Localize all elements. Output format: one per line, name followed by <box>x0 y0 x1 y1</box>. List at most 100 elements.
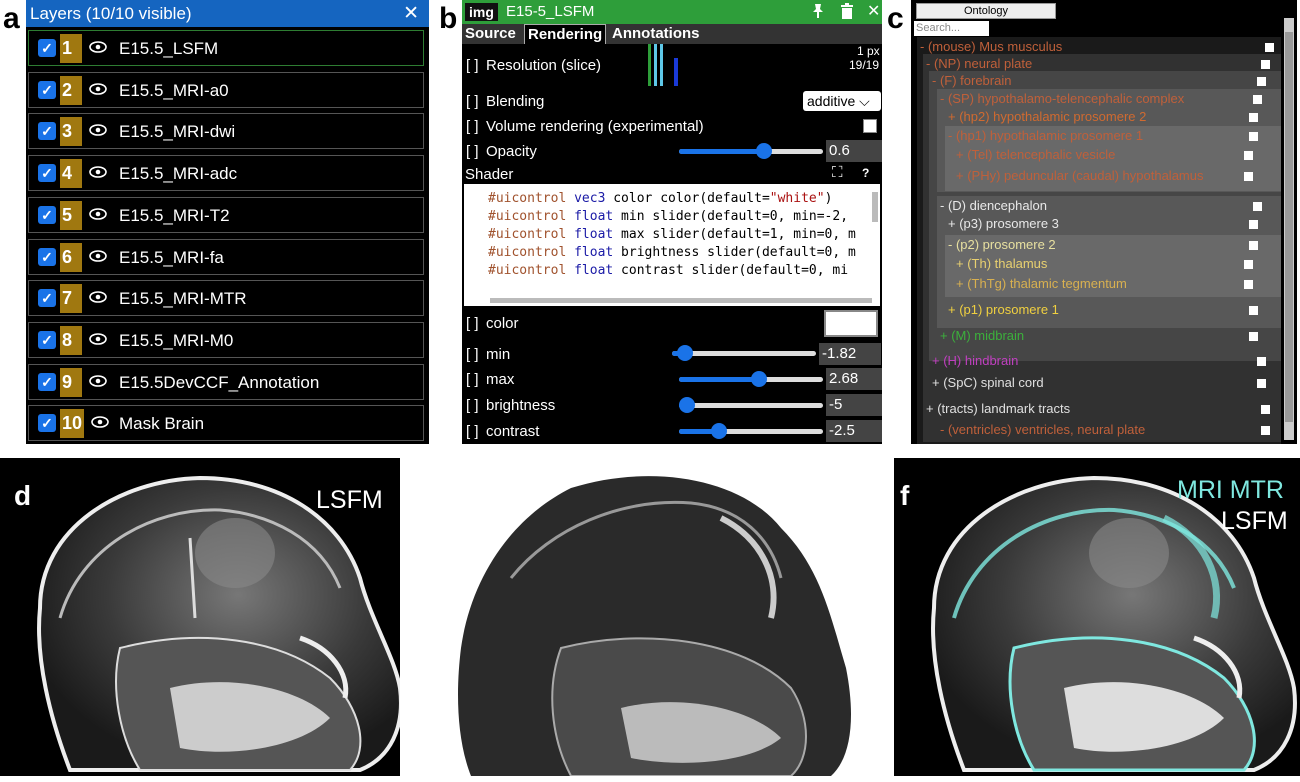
contrast-value[interactable]: -2.5 <box>826 420 882 442</box>
ontology-item[interactable]: + (tracts) landmark tracts <box>926 401 1070 416</box>
ontology-item[interactable]: + (PHy) peduncular (caudal) hypothalamus <box>956 168 1204 183</box>
ontology-item[interactable]: - (ventricles) ventricles, neural plate <box>940 422 1145 437</box>
ontology-item[interactable]: + (p3) prosomere 3 <box>948 216 1059 231</box>
expand-icon[interactable]: ⛶ <box>832 164 843 181</box>
tab-annotations[interactable]: Annotations <box>609 24 703 44</box>
ontology-item-checkbox[interactable] <box>1249 241 1258 250</box>
layer-row[interactable]: ✓ 3 E15.5_MRI-dwi <box>28 113 424 150</box>
eye-icon[interactable] <box>89 40 107 56</box>
layer-row[interactable]: ✓ 6 E15.5_MRI-fa <box>28 238 424 275</box>
ontology-item-checkbox[interactable] <box>1253 95 1262 104</box>
eye-icon[interactable] <box>89 332 107 348</box>
layer-name[interactable]: E15.5_MRI-dwi <box>119 122 235 142</box>
opacity-value[interactable]: 0.6 <box>826 140 882 162</box>
eye-icon[interactable] <box>89 123 107 139</box>
eye-icon[interactable] <box>89 82 107 98</box>
ontology-item[interactable]: - (p2) prosomere 2 <box>948 237 1056 252</box>
ontology-item-checkbox[interactable] <box>1257 379 1266 388</box>
ontology-item[interactable]: + (p1) prosomere 1 <box>948 302 1059 317</box>
eye-icon[interactable] <box>89 207 107 223</box>
layer-name[interactable]: E15.5_MRI-a0 <box>119 81 229 101</box>
blending-select[interactable]: additive ⌵ <box>803 91 881 111</box>
brightness-slider[interactable] <box>679 397 823 413</box>
code-hscrollbar[interactable] <box>490 298 872 303</box>
layer-visible-checkbox[interactable]: ✓ <box>38 414 56 433</box>
ontology-button[interactable]: Ontology <box>916 3 1056 19</box>
layer-row[interactable]: ✓ 1 E15.5_LSFM <box>28 30 424 66</box>
ontology-item[interactable]: + (M) midbrain <box>940 328 1024 343</box>
ontology-item-checkbox[interactable] <box>1261 405 1270 414</box>
tab-source[interactable]: Source <box>462 24 519 44</box>
ontology-item-checkbox[interactable] <box>1265 43 1274 52</box>
ontology-item-checkbox[interactable] <box>1244 172 1253 181</box>
layer-row[interactable]: ✓ 10 Mask Brain <box>28 405 424 442</box>
ontology-item[interactable]: - (SP) hypothalamo-telencephalic complex <box>940 91 1184 106</box>
ontology-item-checkbox[interactable] <box>1261 426 1270 435</box>
layer-visible-checkbox[interactable]: ✓ <box>38 247 56 266</box>
ontology-item-checkbox[interactable] <box>1261 60 1270 69</box>
layer-name[interactable]: E15.5_MRI-M0 <box>119 331 233 351</box>
volume-rendering-checkbox[interactable] <box>863 119 877 133</box>
layer-title[interactable]: E15-5_LSFM <box>506 3 594 21</box>
color-swatch[interactable] <box>824 310 878 337</box>
tab-rendering[interactable]: Rendering <box>524 24 607 44</box>
ontology-item[interactable]: + (Th) thalamus <box>956 256 1047 271</box>
eye-icon[interactable] <box>89 374 107 390</box>
ontology-item[interactable]: - (mouse) Mus musculus <box>920 39 1062 54</box>
eye-icon[interactable] <box>89 249 107 265</box>
layer-visible-checkbox[interactable]: ✓ <box>38 80 56 99</box>
max-slider[interactable] <box>679 371 823 387</box>
help-icon[interactable]: ? <box>862 166 869 180</box>
ontology-item[interactable]: + (Tel) telencephalic vesicle <box>956 147 1115 162</box>
layer-visible-checkbox[interactable]: ✓ <box>38 205 56 224</box>
layer-row[interactable]: ✓ 8 E15.5_MRI-M0 <box>28 321 424 358</box>
ontology-item-checkbox[interactable] <box>1244 260 1253 269</box>
opacity-slider[interactable] <box>679 143 823 159</box>
ontology-item-checkbox[interactable] <box>1249 306 1258 315</box>
ontology-item-checkbox[interactable] <box>1253 202 1262 211</box>
layer-visible-checkbox[interactable]: ✓ <box>38 372 56 391</box>
ontology-item-checkbox[interactable] <box>1249 332 1258 341</box>
brightness-value[interactable]: -5 <box>826 394 882 416</box>
eye-icon[interactable] <box>89 290 107 306</box>
layer-name[interactable]: E15.5_MRI-MTR <box>119 289 247 309</box>
ontology-scrollbar[interactable] <box>1284 18 1294 440</box>
close-panel-icon[interactable]: ✕ <box>867 3 880 21</box>
ontology-item[interactable]: + (SpC) spinal cord <box>932 375 1044 390</box>
layer-name[interactable]: Mask Brain <box>119 414 204 434</box>
layer-name[interactable]: E15.5_LSFM <box>119 39 218 59</box>
search-input[interactable]: Search... <box>914 21 989 36</box>
close-icon[interactable]: ✕ <box>403 0 419 27</box>
layer-name[interactable]: E15.5_MRI-fa <box>119 248 224 268</box>
ontology-item-checkbox[interactable] <box>1249 132 1258 141</box>
ontology-item[interactable]: + (hp2) hypothalamic prosomere 2 <box>948 109 1146 124</box>
layer-visible-checkbox[interactable]: ✓ <box>38 289 56 308</box>
pin-icon[interactable] <box>811 3 825 23</box>
ontology-item-checkbox[interactable] <box>1244 280 1253 289</box>
layer-visible-checkbox[interactable]: ✓ <box>38 39 56 57</box>
layer-row[interactable]: ✓ 4 E15.5_MRI-adc <box>28 155 424 192</box>
layer-row[interactable]: ✓ 2 E15.5_MRI-a0 <box>28 71 424 108</box>
code-vscrollbar[interactable] <box>872 192 878 222</box>
ontology-item[interactable]: + (ThTg) thalamic tegmentum <box>956 276 1127 291</box>
max-value[interactable]: 2.68 <box>826 368 882 390</box>
layer-name[interactable]: E15.5_MRI-T2 <box>119 206 230 226</box>
trash-icon[interactable] <box>840 3 854 23</box>
layer-visible-checkbox[interactable]: ✓ <box>38 330 56 349</box>
layer-row[interactable]: ✓ 7 E15.5_MRI-MTR <box>28 280 424 317</box>
layer-name[interactable]: E15.5_MRI-adc <box>119 164 237 184</box>
layer-name[interactable]: E15.5DevCCF_Annotation <box>119 373 319 393</box>
ontology-item[interactable]: - (NP) neural plate <box>926 56 1032 71</box>
ontology-item[interactable]: - (hp1) hypothalamic prosomere 1 <box>948 128 1143 143</box>
ontology-item[interactable]: - (F) forebrain <box>932 73 1011 88</box>
min-slider[interactable] <box>672 345 816 361</box>
shader-editor[interactable]: #uicontrol vec3 color color(default="whi… <box>464 184 880 306</box>
eye-icon[interactable] <box>91 415 109 431</box>
ontology-item-checkbox[interactable] <box>1257 77 1266 86</box>
ontology-item-checkbox[interactable] <box>1249 113 1258 122</box>
ontology-item[interactable]: + (H) hindbrain <box>932 353 1018 368</box>
layer-visible-checkbox[interactable]: ✓ <box>38 122 56 141</box>
ontology-item-checkbox[interactable] <box>1257 357 1266 366</box>
layer-row[interactable]: ✓ 5 E15.5_MRI-T2 <box>28 196 424 233</box>
min-value[interactable]: -1.82 <box>819 343 881 365</box>
